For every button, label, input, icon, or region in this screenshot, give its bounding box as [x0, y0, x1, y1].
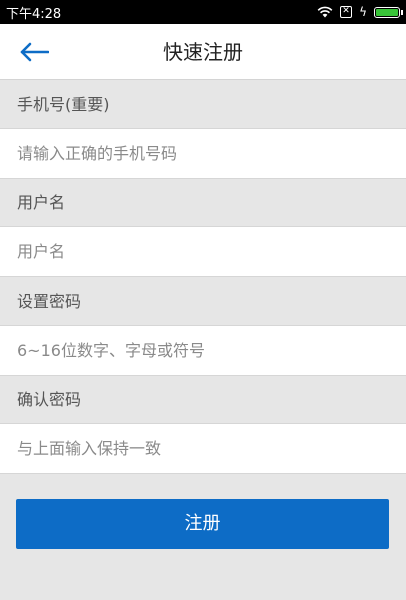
back-button[interactable] — [14, 36, 54, 68]
title-bar: 快速注册 — [0, 24, 406, 80]
register-button[interactable]: 注册 — [16, 499, 389, 549]
phone-field-row — [0, 128, 406, 179]
username-input[interactable] — [0, 227, 406, 276]
charging-icon: ϟ — [359, 5, 367, 19]
username-field-row — [0, 226, 406, 277]
sim-icon: ✕ — [340, 6, 353, 18]
battery-icon — [374, 6, 403, 18]
status-icons: ✕ ϟ — [317, 5, 403, 19]
status-bar: 下午4:28 ✕ ϟ — [0, 0, 406, 24]
page-title: 快速注册 — [163, 40, 243, 64]
password-field-row — [0, 325, 406, 376]
phone-label: 手机号(重要) — [0, 81, 406, 129]
username-label: 用户名 — [0, 179, 406, 227]
battery-fill — [376, 8, 398, 16]
phone-input[interactable] — [0, 129, 406, 178]
password-label: 设置密码 — [0, 278, 406, 326]
arrow-left-icon — [20, 42, 49, 62]
confirm-password-label: 确认密码 — [0, 376, 406, 424]
confirm-password-input[interactable] — [0, 424, 406, 473]
password-input[interactable] — [0, 326, 406, 375]
wifi-icon — [317, 6, 333, 18]
confirm-password-field-row — [0, 423, 406, 474]
status-time: 下午4:28 — [6, 6, 62, 22]
